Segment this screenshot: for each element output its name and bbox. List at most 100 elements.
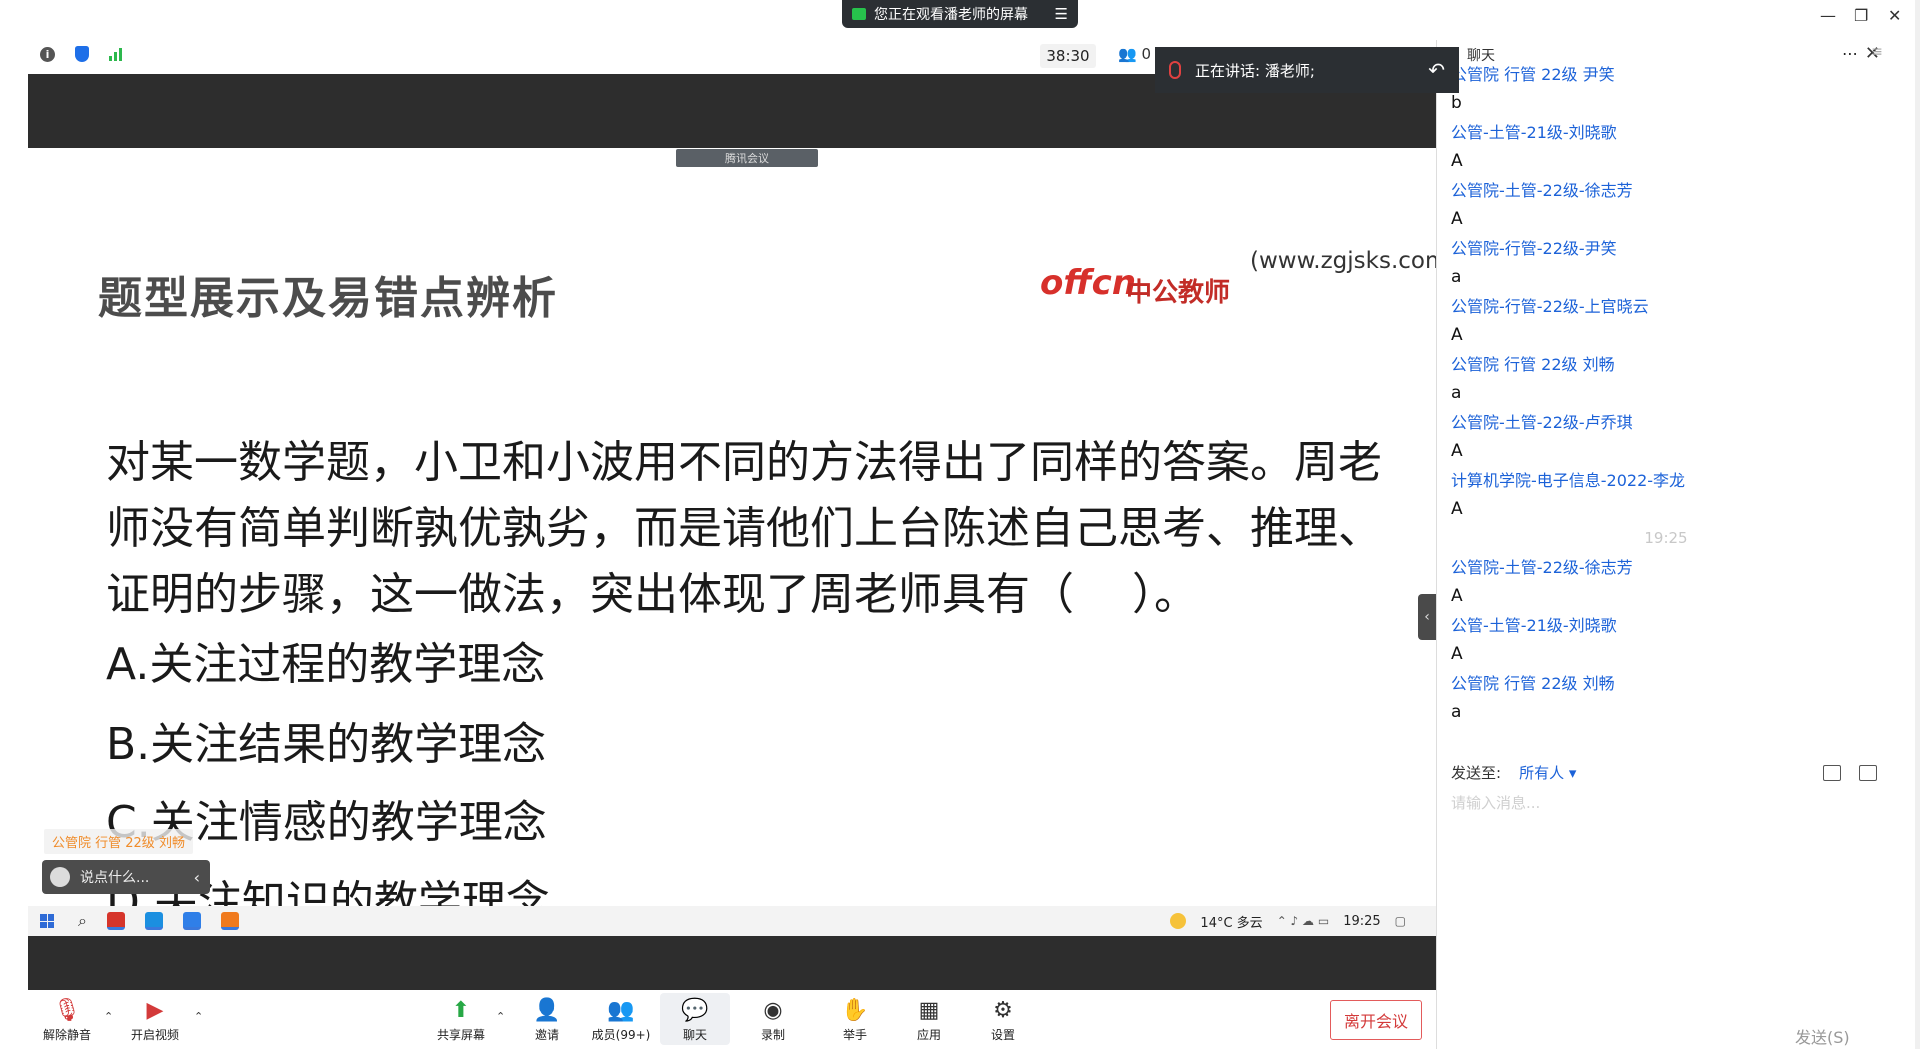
- info-icon[interactable]: i: [40, 46, 55, 62]
- share-screen-label: 共享屏幕: [436, 1028, 485, 1042]
- question-text: 对某一数学题，小卫和小波用不同的方法得出了同样的答案。周老师没有简单判断孰优孰劣…: [106, 437, 1382, 620]
- mic-muted-icon: [1169, 61, 1181, 79]
- emoji-icon[interactable]: [50, 867, 70, 887]
- search-icon: ⌕: [78, 911, 87, 930]
- chat-input[interactable]: 请输入消息...: [1451, 792, 1540, 813]
- chevron-left-icon[interactable]: ‹: [194, 868, 200, 887]
- send-to-row: 发送至: 所有人 ▾: [1451, 762, 1881, 783]
- invite-icon: 👤: [533, 997, 561, 1023]
- taskbar-time: 19:25: [1343, 913, 1381, 929]
- share-screen-button[interactable]: ⬆ 共享屏幕: [426, 996, 496, 1043]
- notification-icon: ▢: [1394, 914, 1406, 928]
- floating-chat-name: 公管院 行管 22级 刘畅: [44, 829, 193, 854]
- chat-label: 聊天: [682, 1028, 707, 1042]
- windows-start-icon: [40, 914, 54, 928]
- meeting-timer: 38:30: [1040, 44, 1096, 68]
- chat-message-text: a: [1451, 267, 1462, 287]
- members-label: 成员(99+): [591, 1028, 651, 1042]
- chat-icon: 💬: [681, 997, 709, 1023]
- settings-button[interactable]: ⚙ 设置: [968, 996, 1038, 1043]
- send-to-dropdown[interactable]: 所有人 ▾: [1519, 762, 1576, 783]
- chat-sender-name: 公管院 行管 22级 刘畅: [1451, 355, 1615, 374]
- mic-muted-icon: 🎙: [53, 997, 81, 1023]
- participants-indicator[interactable]: 👥 0: [1118, 45, 1151, 63]
- chat-sender-name: 计算机学院-电子信息-2022-李龙: [1451, 471, 1686, 490]
- quick-chat-placeholder: 说点什么...: [80, 870, 150, 886]
- chat-sender-name: 公管院-行管-22级-上官晓云: [1451, 297, 1649, 316]
- people-icon: 👥: [1118, 45, 1137, 63]
- participants-count: 0: [1141, 45, 1152, 63]
- announcement-icon[interactable]: [1859, 764, 1877, 781]
- minimize-button[interactable]: —: [1820, 6, 1836, 25]
- chat-sender-name: 公管院-行管-22级-尹笑: [1451, 239, 1617, 258]
- chat-sender-name: 公管院-土管-22级-徐志芳: [1451, 181, 1633, 200]
- share-banner-text: 您正在观看潘老师的屏幕: [874, 7, 1028, 23]
- security-shield-icon[interactable]: [75, 46, 89, 62]
- slide-title: 题型展示及易错点辨析: [98, 273, 558, 324]
- invite-label: 邀请: [534, 1028, 559, 1042]
- speaking-indicator: 正在讲话: 潘老师; ↶: [1155, 47, 1459, 93]
- menu-icon[interactable]: ☰: [1055, 5, 1068, 23]
- camera-icon: [852, 8, 866, 20]
- chat-message-list[interactable]: 公管院 行管 22级 尹笑 b 公管-土管-21级-刘晓歌 A 公管院-土管-22级-徐…: [1451, 60, 1881, 727]
- video-options-caret[interactable]: ⌃: [194, 1010, 203, 1023]
- offcn-logo: offcn: [1040, 263, 1137, 303]
- invite-button[interactable]: 👤 邀请: [512, 996, 582, 1043]
- wps-app-icon: [106, 912, 125, 930]
- weather-text: 14°C 多云: [1200, 915, 1263, 931]
- chat-message-text: b: [1451, 93, 1462, 113]
- members-button[interactable]: 👥 成员(99+): [586, 996, 656, 1043]
- leave-meeting-button[interactable]: 离开会议: [1330, 1000, 1422, 1040]
- share-screen-icon: ⬆: [451, 997, 471, 1023]
- windows-taskbar: ⌕ 14°C 多云 ⌃ ♪ ☁ ▭ 19:25 ▢: [28, 906, 1436, 936]
- start-video-button[interactable]: ▶ 开启视频: [120, 996, 190, 1043]
- chat-message-text: a: [1451, 702, 1462, 722]
- chat-timestamp: 19:25: [1644, 529, 1688, 547]
- share-options-caret[interactable]: ⌃: [496, 1010, 505, 1023]
- chat-message-text: A: [1451, 325, 1463, 345]
- chat-sender-name: 公管院 行管 22级 尹笑: [1451, 65, 1615, 84]
- close-button[interactable]: ✕: [1888, 6, 1901, 25]
- option-a: A.关注过程的教学理念: [106, 639, 546, 690]
- file-icon[interactable]: [1823, 764, 1841, 781]
- quick-chat-input[interactable]: 说点什么... ‹: [42, 860, 210, 894]
- signal-icon[interactable]: [109, 47, 122, 61]
- chat-sender-name: 公管-土管-21级-刘晓歌: [1451, 616, 1617, 635]
- restore-button[interactable]: ❐: [1854, 6, 1868, 25]
- raise-hand-button[interactable]: ✋ 举手: [820, 996, 890, 1043]
- chat-message-text: A: [1451, 151, 1463, 171]
- panel-menu-icon[interactable]: ≡: [1862, 44, 1892, 74]
- chat-message-text: A: [1451, 441, 1463, 461]
- unmute-button[interactable]: 🎙 解除静音: [32, 996, 102, 1043]
- raise-hand-label: 举手: [842, 1028, 867, 1042]
- record-label: 录制: [760, 1028, 785, 1042]
- record-button[interactable]: ◉ 录制: [738, 996, 808, 1043]
- apps-button[interactable]: ▦ 应用: [894, 996, 964, 1043]
- chat-message-text: a: [1451, 383, 1462, 403]
- chat-panel: 聊天 ⋯ ✕ 公管院 行管 22级 尹笑 b 公管-土管-21级-刘晓歌 A 公管院-土…: [1436, 40, 1888, 1049]
- settings-label: 设置: [990, 1028, 1015, 1042]
- chat-sender-name: 公管院-土管-22级-徐志芳: [1451, 558, 1633, 577]
- share-banner[interactable]: 您正在观看潘老师的屏幕 ☰: [842, 0, 1078, 28]
- speaking-text: 正在讲话: 潘老师;: [1195, 61, 1315, 80]
- chat-message-text: A: [1451, 209, 1463, 229]
- app-icon-4: [220, 912, 239, 930]
- members-icon: 👥: [607, 997, 635, 1023]
- shared-screen-area: 题型展示及易错点辨析 offcn 中公教师 (www.zgjsks.com) 对…: [28, 74, 1456, 990]
- send-button[interactable]: 发送(S): [1795, 1024, 1850, 1048]
- audio-options-caret[interactable]: ⌃: [104, 1010, 113, 1023]
- app-icon-2: [144, 912, 163, 930]
- apps-label: 应用: [916, 1028, 941, 1042]
- hand-icon: ✋: [841, 997, 869, 1023]
- slide-url: (www.zgjsks.com): [1250, 248, 1457, 274]
- apps-icon: ▦: [918, 997, 940, 1023]
- weather-icon: [1170, 913, 1187, 929]
- tencent-meeting-tag: 腾讯会议: [676, 149, 818, 167]
- offcn-logo-cn: 中公教师: [1126, 278, 1231, 308]
- meeting-toolbar: 🎙 解除静音 ⌃ ▶ 开启视频 ⌃ ⬆ 共享屏幕 ⌃ 👤 邀请 👥 成员(99+…: [0, 990, 1436, 1049]
- collapse-panel-button[interactable]: ‹: [1418, 594, 1436, 640]
- chat-button[interactable]: 💬 聊天: [660, 993, 730, 1045]
- window-scrollbar[interactable]: [1915, 0, 1920, 1049]
- send-to-target: 所有人: [1519, 764, 1565, 782]
- return-icon[interactable]: ↶: [1428, 58, 1445, 82]
